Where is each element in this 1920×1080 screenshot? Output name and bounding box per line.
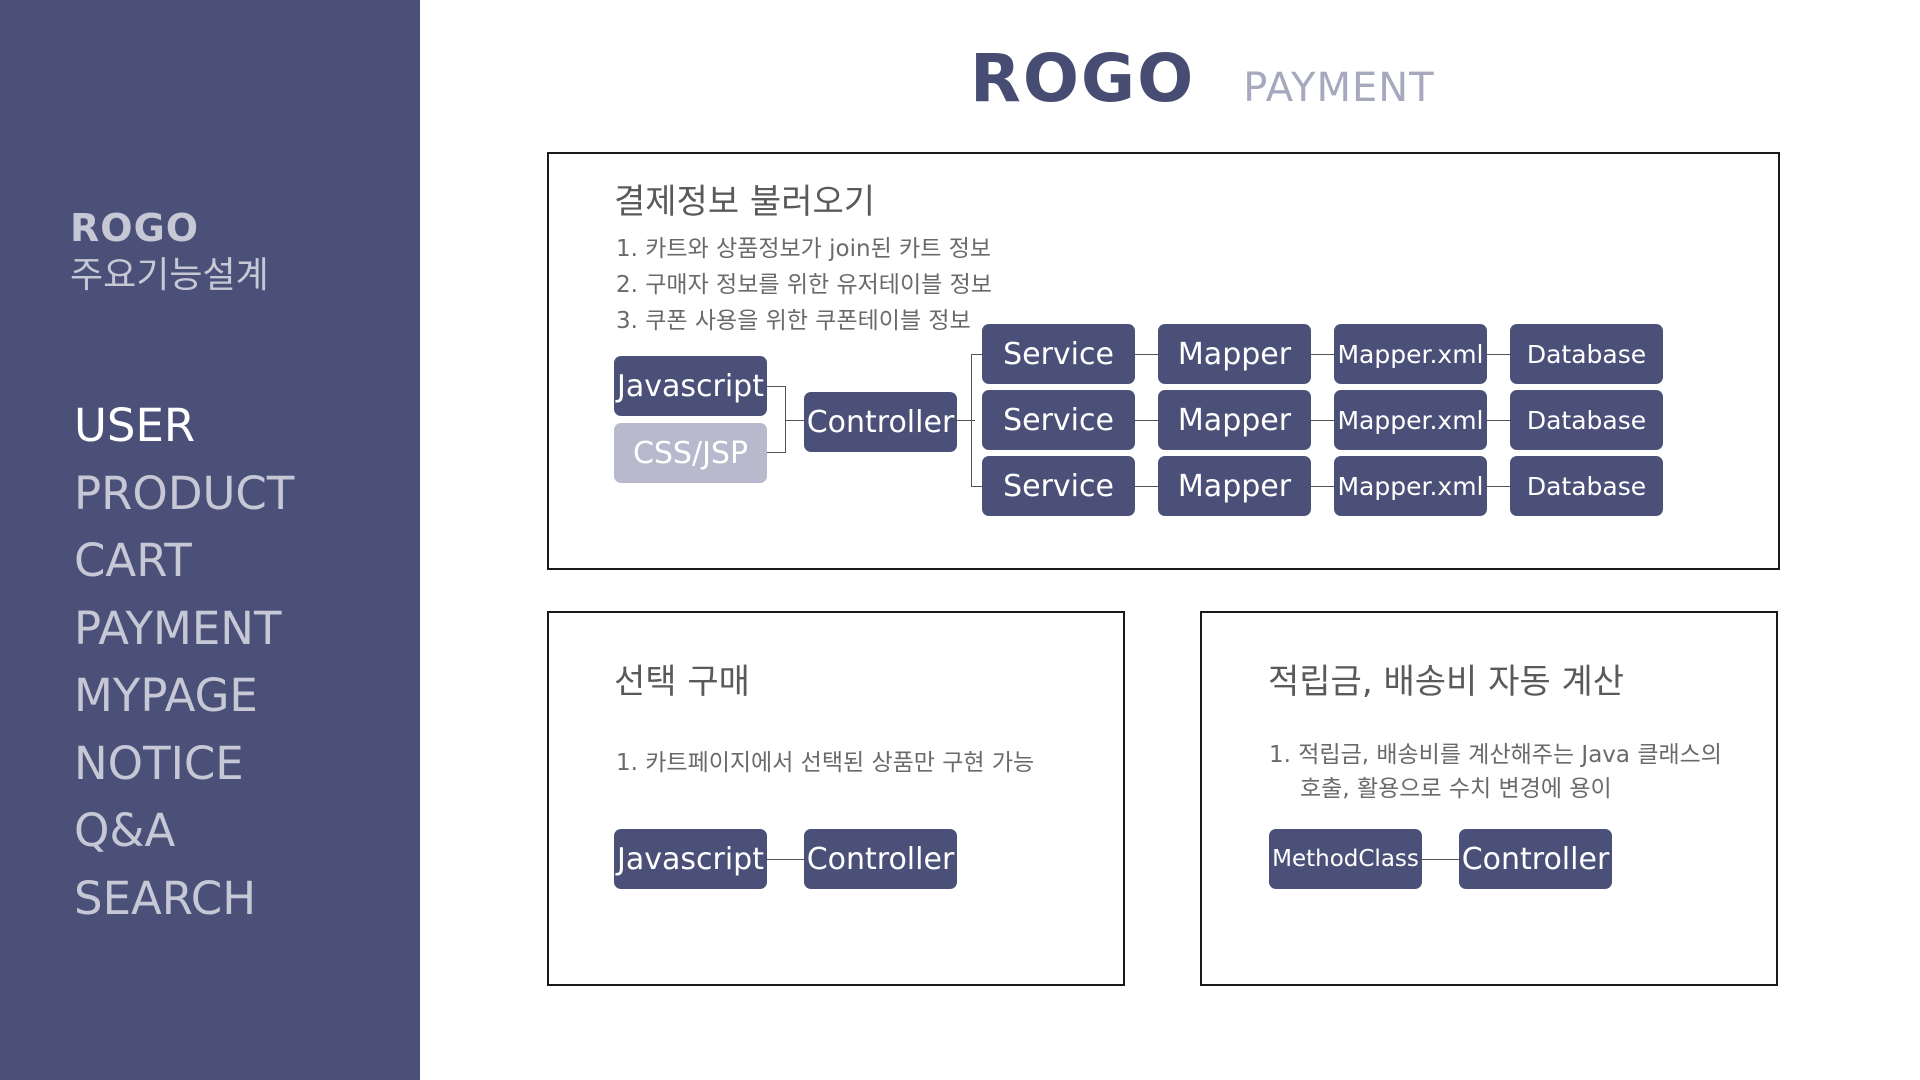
- mapper-node: Mapper: [1158, 390, 1311, 450]
- panel-title: 선택 구매: [614, 662, 750, 702]
- panel-line-1: 1. 카트와 상품정보가 join된 카트 정보: [616, 236, 992, 262]
- css-jsp-node: CSS/JSP: [614, 423, 767, 483]
- database-node: Database: [1510, 456, 1663, 516]
- connector: [1135, 420, 1159, 421]
- service-node: Service: [982, 390, 1135, 450]
- nav-item-payment[interactable]: PAYMENT: [74, 595, 294, 663]
- connector: [1311, 486, 1335, 487]
- connector: [1311, 420, 1335, 421]
- sidebar-brand: ROGO 주요기능설계: [70, 205, 269, 301]
- nav-item-mypage[interactable]: MYPAGE: [74, 662, 294, 730]
- controller-node: Controller: [804, 392, 957, 452]
- brand-subtitle: 주요기능설계: [70, 255, 269, 296]
- nav-item-qna[interactable]: Q&A: [74, 797, 294, 865]
- connector: [1487, 354, 1511, 355]
- mapper-xml-node: Mapper.xml: [1334, 390, 1487, 450]
- page-header: ROGO PAYMENT: [970, 40, 1435, 117]
- method-class-node: MethodClass: [1269, 829, 1422, 889]
- connector: [1487, 486, 1511, 487]
- points-shipping-panel: 적립금, 배송비 자동 계산 1. 적립금, 배송비를 계산해주는 Java 클…: [1200, 611, 1778, 986]
- connector: [785, 420, 805, 421]
- brand-title: ROGO: [70, 206, 200, 250]
- nav-item-product[interactable]: PRODUCT: [74, 460, 294, 528]
- connector: [957, 420, 975, 421]
- nav-item-cart[interactable]: CART: [74, 527, 294, 595]
- panel-line-2: 2. 구매자 정보를 위한 유저테이블 정보: [616, 272, 992, 298]
- mapper-node: Mapper: [1158, 456, 1311, 516]
- controller-node: Controller: [804, 829, 957, 889]
- connector: [767, 452, 785, 453]
- service-node: Service: [982, 456, 1135, 516]
- panel-line-1: 1. 적립금, 배송비를 계산해주는 Java 클래스의: [1269, 742, 1722, 768]
- database-node: Database: [1510, 324, 1663, 384]
- panel-line-2: 호출, 활용으로 수치 변경에 용이: [1300, 776, 1612, 802]
- service-node: Service: [982, 324, 1135, 384]
- panel-title: 적립금, 배송비 자동 계산: [1268, 662, 1625, 702]
- connector: [1487, 420, 1511, 421]
- javascript-node: Javascript: [614, 356, 767, 416]
- panel-line-3: 3. 쿠폰 사용을 위한 쿠폰테이블 정보: [616, 308, 971, 334]
- connector: [1135, 354, 1159, 355]
- connector: [1422, 859, 1459, 860]
- connector: [1135, 486, 1159, 487]
- controller-node: Controller: [1459, 829, 1612, 889]
- page-title: PAYMENT: [1243, 65, 1435, 111]
- connector: [971, 354, 972, 486]
- mapper-node: Mapper: [1158, 324, 1311, 384]
- nav-item-user[interactable]: USER: [74, 392, 294, 460]
- connector: [767, 386, 785, 387]
- javascript-node: Javascript: [614, 829, 767, 889]
- select-purchase-panel: 선택 구매 1. 카트페이지에서 선택된 상품만 구현 가능 Javascrip…: [547, 611, 1125, 986]
- connector: [767, 859, 804, 860]
- database-node: Database: [1510, 390, 1663, 450]
- mapper-xml-node: Mapper.xml: [1334, 456, 1487, 516]
- panel-title: 결제정보 불러오기: [614, 182, 876, 222]
- panel-line-1: 1. 카트페이지에서 선택된 상품만 구현 가능: [616, 750, 1035, 776]
- payment-info-panel: 결제정보 불러오기 1. 카트와 상품정보가 join된 카트 정보 2. 구매…: [547, 152, 1780, 570]
- sidebar: ROGO 주요기능설계 USER PRODUCT CART PAYMENT MY…: [0, 0, 420, 1080]
- logo: ROGO: [970, 40, 1196, 117]
- nav-item-notice[interactable]: NOTICE: [74, 730, 294, 798]
- nav-item-search[interactable]: SEARCH: [74, 865, 294, 933]
- sidebar-nav: USER PRODUCT CART PAYMENT MYPAGE NOTICE …: [74, 392, 294, 932]
- mapper-xml-node: Mapper.xml: [1334, 324, 1487, 384]
- connector: [1311, 354, 1335, 355]
